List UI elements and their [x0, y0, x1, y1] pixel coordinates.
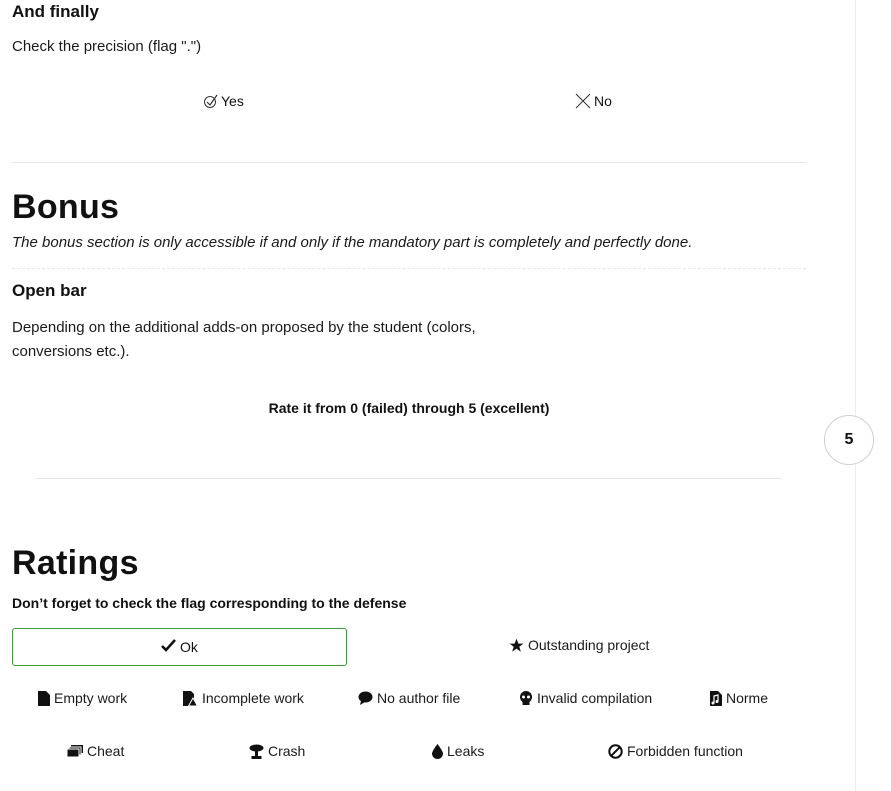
flag-cheat-button[interactable]: Cheat	[67, 743, 124, 759]
flag-norme-button[interactable]: Norme	[708, 690, 768, 706]
explosion-icon	[249, 744, 264, 759]
ban-icon	[608, 743, 623, 759]
open-bar-title: Open bar	[12, 281, 87, 300]
flag-forbidden-function-button[interactable]: Forbidden function	[608, 743, 743, 759]
open-bar-description-line2: conversions etc.).	[12, 343, 130, 360]
check-icon	[203, 94, 218, 109]
flag-ok-label: Ok	[180, 639, 198, 655]
speech-bubble-icon	[358, 691, 373, 705]
page-right-border	[855, 0, 856, 791]
star-icon	[509, 638, 524, 653]
checkmark-icon	[161, 639, 177, 655]
dashed-divider	[12, 268, 806, 269]
flag-cheat-label: Cheat	[87, 743, 125, 759]
open-bar-description-line1: Depending on the additional adds-on prop…	[12, 319, 476, 336]
yes-button[interactable]: Yes	[203, 93, 244, 109]
skull-icon	[519, 690, 533, 706]
flag-incomplete-work-button[interactable]: Incomplete work	[183, 690, 304, 706]
divider	[36, 478, 781, 479]
score-selector[interactable]: 5	[824, 415, 874, 465]
flag-no-author-file-label: No author file	[377, 690, 461, 706]
flag-norme-label: Norme	[726, 690, 769, 706]
and-finally-title: And finally	[12, 2, 99, 21]
bonus-title: Bonus	[12, 188, 120, 226]
flag-no-author-file-button[interactable]: No author file	[358, 690, 460, 706]
flag-outstanding-label: Outstanding project	[528, 637, 650, 653]
flag-incomplete-work-label: Incomplete work	[202, 690, 304, 706]
close-icon	[575, 93, 591, 109]
and-finally-description: Check the precision (flag ".")	[12, 38, 202, 55]
divider	[12, 162, 806, 163]
flag-crash-label: Crash	[268, 743, 306, 759]
flag-leaks-button[interactable]: Leaks	[432, 743, 484, 759]
flag-leaks-label: Leaks	[447, 743, 485, 759]
file-icon	[38, 690, 50, 706]
flag-forbidden-function-label: Forbidden function	[627, 743, 743, 759]
no-label: No	[594, 93, 612, 109]
flag-invalid-compilation-button[interactable]: Invalid compilation	[519, 690, 652, 706]
flag-outstanding-button[interactable]: Outstanding project	[509, 637, 649, 653]
cards-icon	[67, 744, 83, 758]
file-music-icon	[708, 690, 722, 706]
flag-ok-button[interactable]: Ok	[12, 628, 347, 666]
flag-empty-work-button[interactable]: Empty work	[38, 690, 127, 706]
file-warning-icon	[183, 690, 198, 706]
ratings-title: Ratings	[12, 544, 139, 582]
no-button[interactable]: No	[575, 93, 612, 109]
flag-invalid-compilation-label: Invalid compilation	[537, 690, 653, 706]
ratings-subtitle: Don’t forget to check the flag correspon…	[12, 595, 407, 611]
flag-crash-button[interactable]: Crash	[249, 743, 305, 759]
yes-label: Yes	[221, 93, 244, 109]
rate-label: Rate it from 0 (failed) through 5 (excel…	[268, 400, 550, 416]
bonus-note: The bonus section is only accessible if …	[12, 234, 693, 251]
flag-empty-work-label: Empty work	[54, 690, 128, 706]
droplet-icon	[432, 743, 443, 759]
open-bar-description: Depending on the additional adds-on prop…	[12, 316, 476, 364]
